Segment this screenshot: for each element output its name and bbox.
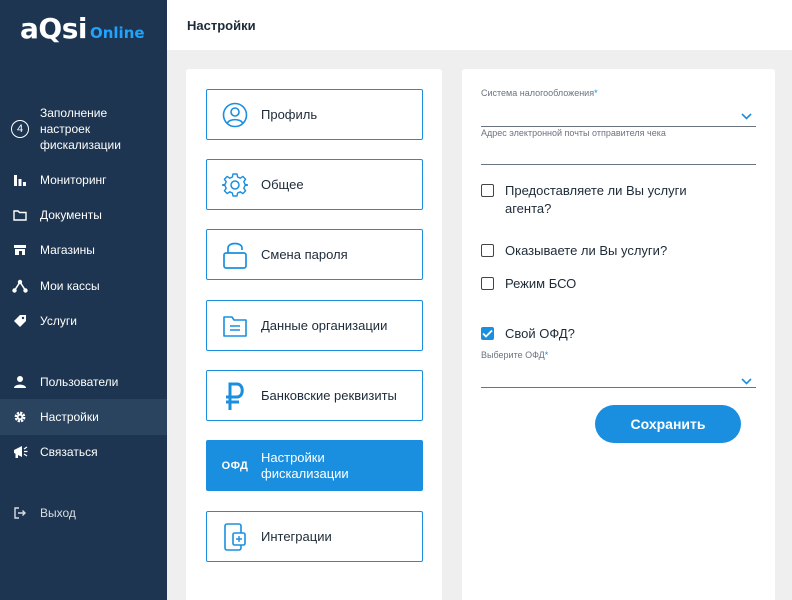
step-number-badge: 4 xyxy=(11,120,29,138)
user-icon xyxy=(12,374,28,390)
menu-card-general[interactable]: Общее xyxy=(206,159,423,210)
agent-services-checkbox-row[interactable]: Предоставляете ли Вы услуги агента? xyxy=(481,182,735,218)
sender-email-underline xyxy=(481,164,756,165)
page-title: Настройки xyxy=(187,17,256,33)
ofd-icon: ОФД xyxy=(221,459,249,472)
sidebar-item-label: Магазины xyxy=(40,243,95,257)
choose-ofd-label: Выберите ОФД xyxy=(481,350,545,360)
bso-mode-checkbox[interactable] xyxy=(481,277,494,290)
menu-card-fiscal-settings[interactable]: ОФД Настройки фискализации xyxy=(206,440,423,491)
sidebar-item-label: Пользователи xyxy=(40,375,119,389)
tax-system-underline xyxy=(481,126,756,127)
required-mark: * xyxy=(544,350,549,360)
provide-services-checkbox[interactable] xyxy=(481,244,494,257)
fiscal-settings-form: Система налогообложения* Адрес электронн… xyxy=(462,69,775,600)
menu-card-label: Банковские реквизиты xyxy=(261,387,397,403)
sidebar-item-settings[interactable]: Настройки xyxy=(0,399,167,435)
store-icon xyxy=(12,242,28,258)
menu-card-label: Смена пароля xyxy=(261,246,348,262)
sidebar-item-fiscal-setup[interactable]: 4 Заполнение настроек фискализации xyxy=(0,104,167,154)
sidebar-item-label: Настройки xyxy=(40,410,99,424)
choose-ofd-underline xyxy=(481,387,756,388)
ruble-icon xyxy=(221,382,249,410)
megaphone-icon xyxy=(12,444,28,460)
menu-card-label: Профиль xyxy=(261,106,318,122)
own-ofd-label: Свой ОФД? xyxy=(505,326,575,341)
device-sync-icon xyxy=(221,522,249,551)
provide-services-label: Оказываете ли Вы услуги? xyxy=(505,243,668,258)
network-icon xyxy=(12,278,28,294)
sidebar-item-label: Документы xyxy=(40,208,102,222)
lock-icon xyxy=(221,241,249,269)
save-button[interactable]: Сохранить xyxy=(595,405,741,443)
sidebar-item-cash-registers[interactable]: Мои кассы xyxy=(0,276,167,296)
sidebar-item-label: Мои кассы xyxy=(40,279,100,293)
logo-text-a: a xyxy=(20,12,39,45)
sidebar-item-label: Выход xyxy=(40,506,76,520)
choose-ofd-label-wrap: Выберите ОФД* xyxy=(481,351,756,360)
own-ofd-checkbox-row[interactable]: Свой ОФД? xyxy=(481,325,575,343)
agent-services-label: Предоставляете ли Вы услуги агента? xyxy=(505,183,687,216)
menu-card-label: Данные организации xyxy=(261,317,388,333)
sidebar-item-logout[interactable]: Выход xyxy=(0,503,167,523)
tax-system-select[interactable]: Система налогообложения* xyxy=(481,89,756,127)
chevron-down-icon xyxy=(741,107,752,125)
gear-icon xyxy=(221,171,249,199)
sidebar-item-stores[interactable]: Магазины xyxy=(0,240,167,260)
menu-card-integrations[interactable]: Интеграции xyxy=(206,511,423,562)
sender-email-label: Адрес электронной почты отправителя чека xyxy=(481,128,666,138)
choose-ofd-select[interactable]: Выберите ОФД* xyxy=(481,351,756,389)
sidebar-item-label: Заполнение настроек фискализации xyxy=(40,106,121,152)
logo-online-text: Online xyxy=(89,24,145,42)
settings-menu-panel: Профиль Общее Смена пароля Данные органи… xyxy=(186,69,442,600)
folder-doc-icon xyxy=(221,312,249,340)
menu-card-label: Настройки фискализации xyxy=(261,449,349,481)
own-ofd-checkbox[interactable] xyxy=(481,327,494,340)
logo-text-q: Q xyxy=(38,12,62,45)
profile-icon xyxy=(221,101,249,129)
bso-mode-checkbox-row[interactable]: Режим БСО xyxy=(481,275,576,293)
sidebar-item-monitoring[interactable]: Мониторинг xyxy=(0,170,167,190)
menu-card-bank-details[interactable]: Банковские реквизиты xyxy=(206,370,423,421)
required-mark: * xyxy=(594,88,598,98)
tax-system-label-wrap: Система налогообложения* xyxy=(481,89,756,98)
checkmark-icon xyxy=(482,329,493,338)
folder-icon xyxy=(12,207,28,223)
tax-system-label: Система налогообложения xyxy=(481,88,595,98)
tag-icon xyxy=(12,313,28,329)
menu-card-change-password[interactable]: Смена пароля xyxy=(206,229,423,280)
menu-card-label: Общее xyxy=(261,176,304,192)
bar-chart-icon xyxy=(12,172,28,188)
sidebar-item-users[interactable]: Пользователи xyxy=(0,372,167,392)
menu-card-profile[interactable]: Профиль xyxy=(206,89,423,140)
logout-icon xyxy=(12,505,28,521)
agent-services-checkbox[interactable] xyxy=(481,184,494,197)
sender-email-field[interactable]: Адрес электронной почты отправителя чека xyxy=(481,129,756,166)
sidebar-item-label: Связаться xyxy=(40,445,98,459)
top-header: Настройки xyxy=(167,0,792,50)
sidebar-item-contact[interactable]: Связаться xyxy=(0,442,167,462)
gear-icon xyxy=(12,409,28,425)
sidebar-item-services[interactable]: Услуги xyxy=(0,311,167,331)
sidebar-item-label: Услуги xyxy=(40,314,77,328)
menu-card-label: Интеграции xyxy=(261,528,332,544)
sidebar: a Q si Online 4 Заполнение настроек фиск… xyxy=(0,0,167,600)
aqsi-logo[interactable]: a Q si Online xyxy=(20,12,145,52)
provide-services-checkbox-row[interactable]: Оказываете ли Вы услуги? xyxy=(481,242,667,260)
sidebar-item-label: Мониторинг xyxy=(40,173,107,187)
bso-mode-label: Режим БСО xyxy=(505,276,577,291)
logo-text-si: si xyxy=(61,12,88,45)
sidebar-item-documents[interactable]: Документы xyxy=(0,205,167,225)
menu-card-organization-data[interactable]: Данные организации xyxy=(206,300,423,351)
